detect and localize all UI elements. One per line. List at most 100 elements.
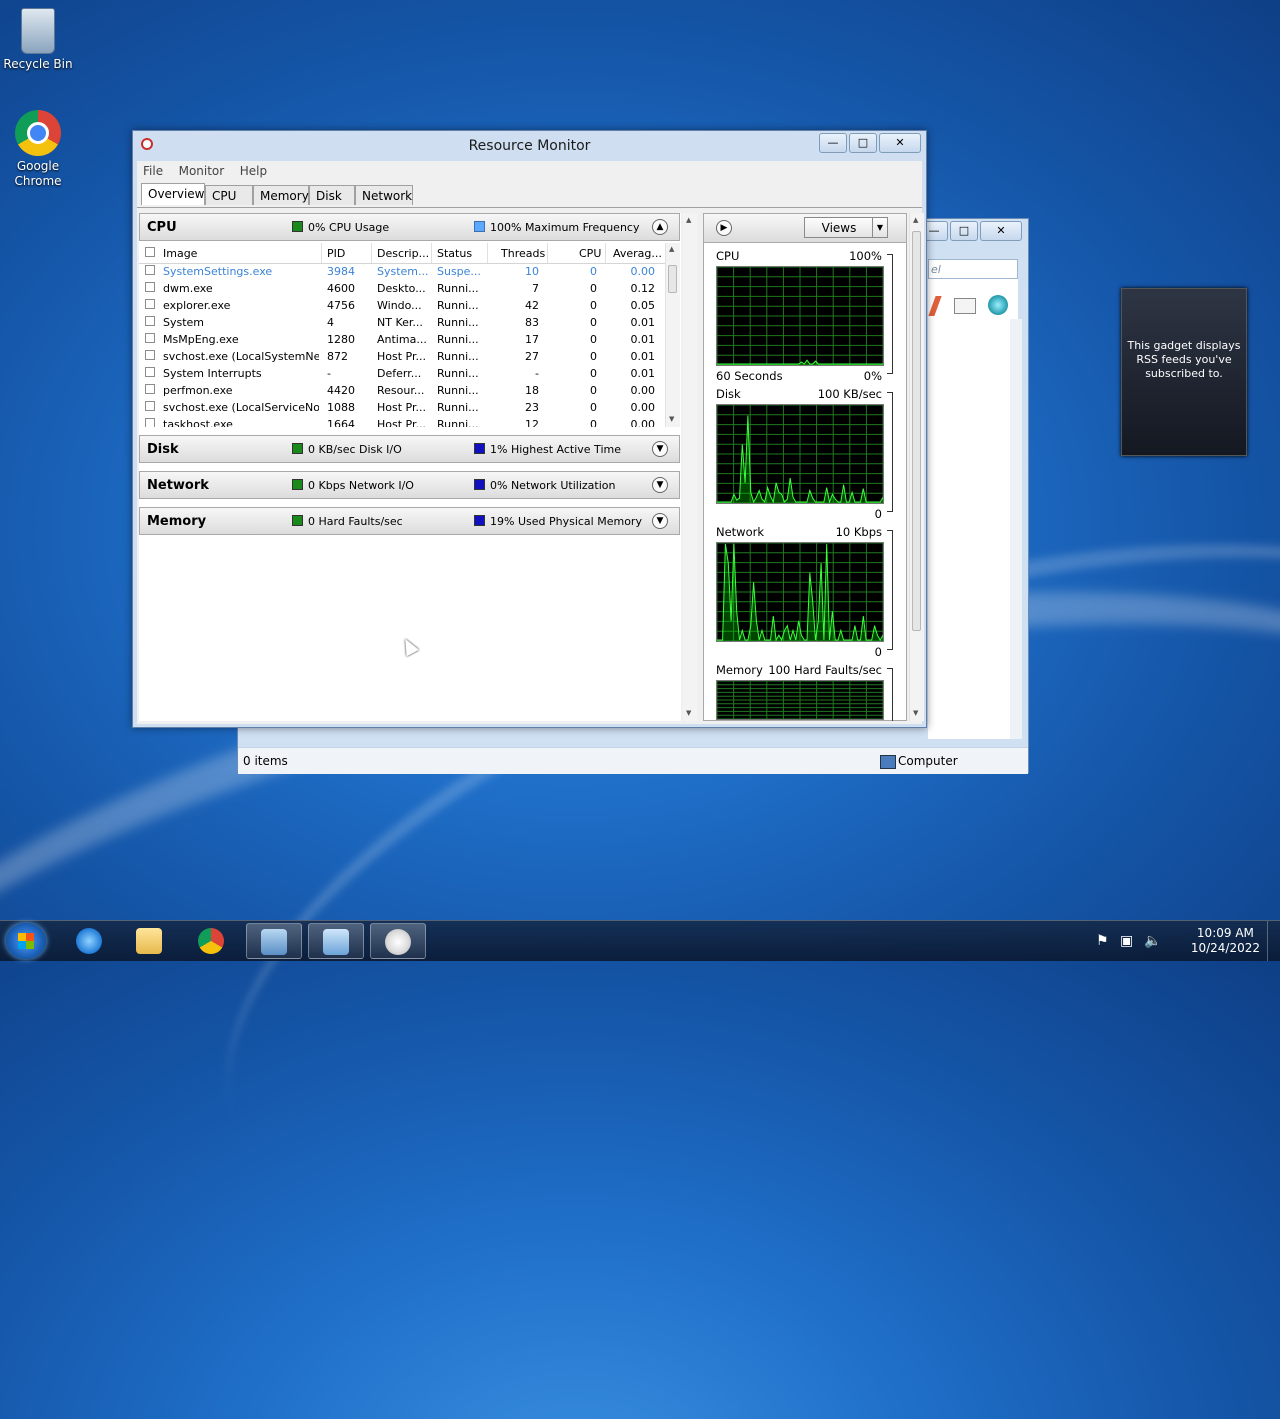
row-checkbox[interactable] — [145, 350, 155, 360]
column-pid[interactable]: PID — [327, 247, 345, 260]
tab-network[interactable]: Network — [355, 185, 413, 205]
taskbar-resource-monitor[interactable] — [370, 923, 426, 959]
taskbar-chrome[interactable] — [184, 923, 240, 959]
row-checkbox[interactable] — [145, 265, 155, 275]
resource-monitor-window[interactable]: Resource Monitor — □ ✕ File Monitor Help… — [132, 130, 927, 728]
table-row[interactable]: dwm.exe 4600 Deskto... Runni... 7 0 0.12 — [139, 281, 669, 298]
cell-desc: NT Ker... — [377, 316, 423, 329]
row-checkbox[interactable] — [145, 333, 155, 343]
taskbar-file-explorer[interactable] — [122, 923, 178, 959]
cell-threads: 10 — [525, 265, 539, 278]
taskbar-internet-explorer[interactable] — [62, 923, 118, 959]
volume-muted-icon[interactable]: 🔈 — [1144, 933, 1161, 949]
column-description[interactable]: Descrip... — [377, 247, 429, 260]
desktop-icon-google-chrome[interactable]: Google Chrome — [0, 110, 76, 189]
disk-io-stat: 0 KB/sec Disk I/O — [292, 443, 402, 456]
chevron-up-icon[interactable]: ▲ — [652, 219, 668, 235]
explorer-scrollbar[interactable] — [1010, 319, 1022, 739]
table-row[interactable]: taskhost.exe 1664 Host Pr... Runni... 12 0 0.0… — [139, 417, 669, 427]
row-checkbox[interactable] — [145, 282, 155, 292]
cell-pid: 1280 — [327, 333, 355, 346]
network-icon[interactable]: ▣ — [1120, 933, 1133, 949]
cell-avg: 0.01 — [630, 367, 656, 380]
menu-file[interactable]: File — [137, 161, 169, 181]
row-checkbox[interactable] — [145, 299, 155, 309]
show-desktop-button[interactable] — [1267, 921, 1280, 961]
column-image[interactable]: Image — [163, 247, 197, 260]
action-center-flag-icon[interactable]: ⚑ — [1096, 933, 1109, 949]
table-row[interactable]: System 4 NT Ker... Runni... 83 0 0.01 — [139, 315, 669, 332]
start-button[interactable] — [6, 923, 46, 959]
chevron-down-icon[interactable]: ▼ — [652, 441, 668, 457]
cpu-table-scrollbar[interactable]: ▲ ▼ — [665, 243, 680, 427]
table-header: Image PID Descrip... Status Threads CPU … — [139, 243, 669, 264]
memory-graph-label: Memory — [716, 663, 763, 677]
cell-desc: System... — [377, 265, 429, 278]
green-legend-icon — [292, 443, 303, 454]
graphs-header: ▶ Views ▼ — [704, 214, 906, 243]
cell-status: Runni... — [437, 350, 479, 363]
scroll-thumb[interactable] — [912, 231, 921, 631]
scroll-down-icon[interactable]: ▼ — [686, 709, 691, 717]
scroll-thumb[interactable] — [668, 265, 677, 293]
maximize-button[interactable]: □ — [950, 221, 978, 241]
table-row[interactable]: perfmon.exe 4420 Resour... Runni... 18 0 0.00 — [139, 383, 669, 400]
row-checkbox[interactable] — [145, 401, 155, 411]
maximize-button[interactable]: □ — [849, 133, 877, 153]
pane-scrollbar[interactable]: ▲ ▼ — [683, 213, 697, 721]
select-all-checkbox[interactable] — [145, 247, 155, 257]
cpu-section-header[interactable]: CPU 0% CPU Usage 100% Maximum Frequency … — [139, 213, 680, 241]
column-average[interactable]: Averag... — [613, 247, 662, 260]
window-title: Resource Monitor — [468, 138, 591, 154]
row-checkbox[interactable] — [145, 316, 155, 326]
desktop-icon-recycle-bin[interactable]: Recycle Bin — [0, 8, 76, 72]
views-dropdown[interactable]: Views ▼ — [804, 217, 888, 238]
tab-memory[interactable]: Memory — [253, 185, 309, 205]
chevron-down-icon[interactable]: ▼ — [652, 513, 668, 529]
table-row[interactable]: MsMpEng.exe 1280 Antima... Runni... 17 0 0.01 — [139, 332, 669, 349]
mail-icon[interactable] — [954, 298, 976, 314]
taskbar-control-panel[interactable] — [308, 923, 364, 959]
clock[interactable]: 10:09 AM 10/24/2022 — [1191, 926, 1260, 956]
table-row[interactable]: svchost.exe (LocalServiceNo... 1088 Host P… — [139, 400, 669, 417]
scroll-down-icon[interactable]: ▼ — [913, 709, 918, 717]
close-button[interactable]: ✕ — [879, 133, 921, 153]
tab-overview[interactable]: Overview — [141, 183, 205, 205]
chevron-right-icon[interactable]: ▶ — [716, 220, 732, 236]
row-checkbox[interactable] — [145, 418, 155, 427]
search-input[interactable]: el — [928, 259, 1018, 279]
disk-active-time-stat: 1% Highest Active Time — [474, 443, 621, 456]
scroll-up-icon[interactable]: ▲ — [669, 245, 674, 253]
table-row[interactable]: System Interrupts - Deferr... Runni... - 0 0.0… — [139, 366, 669, 383]
row-checkbox[interactable] — [145, 384, 155, 394]
menu-help[interactable]: Help — [234, 161, 273, 181]
disk-section-header[interactable]: Disk 0 KB/sec Disk I/O 1% Highest Active… — [139, 435, 680, 463]
column-threads[interactable]: Threads — [501, 247, 545, 260]
rss-feed-gadget[interactable]: This gadget displays RSS feeds you've su… — [1121, 288, 1247, 456]
cpu-graph-label: CPU — [716, 249, 740, 263]
tab-cpu[interactable]: CPU — [205, 185, 253, 205]
network-section-header[interactable]: Network 0 Kbps Network I/O 0% Network Ut… — [139, 471, 680, 499]
close-button[interactable]: ✕ — [980, 221, 1022, 241]
folder-icon — [136, 928, 162, 954]
graph-bracket — [887, 392, 893, 512]
scroll-up-icon[interactable]: ▲ — [686, 216, 691, 224]
column-status[interactable]: Status — [437, 247, 472, 260]
chevron-down-icon[interactable]: ▼ — [652, 477, 668, 493]
graphs-scrollbar[interactable]: ▲ ▼ — [909, 213, 924, 721]
scroll-up-icon[interactable]: ▲ — [913, 216, 918, 224]
taskbar-computer-window[interactable] — [246, 923, 302, 959]
row-checkbox[interactable] — [145, 367, 155, 377]
dropdown-arrow-icon[interactable]: ▼ — [872, 218, 887, 237]
globe-icon[interactable] — [988, 295, 1008, 315]
memory-section-header[interactable]: Memory 0 Hard Faults/sec 19% Used Physic… — [139, 507, 680, 535]
column-cpu[interactable]: CPU — [579, 247, 601, 260]
title-bar[interactable]: Resource Monitor — □ ✕ — [133, 131, 926, 161]
table-row[interactable]: svchost.exe (LocalSystemNet... 872 Host Pr… — [139, 349, 669, 366]
scroll-down-icon[interactable]: ▼ — [669, 415, 674, 423]
table-row[interactable]: SystemSettings.exe 3984 System... Suspe... 1… — [139, 264, 669, 281]
table-row[interactable]: explorer.exe 4756 Windo... Runni... 42 0 0.05 — [139, 298, 669, 315]
menu-monitor[interactable]: Monitor — [173, 161, 231, 181]
tab-disk[interactable]: Disk — [309, 185, 355, 205]
minimize-button[interactable]: — — [819, 133, 847, 153]
